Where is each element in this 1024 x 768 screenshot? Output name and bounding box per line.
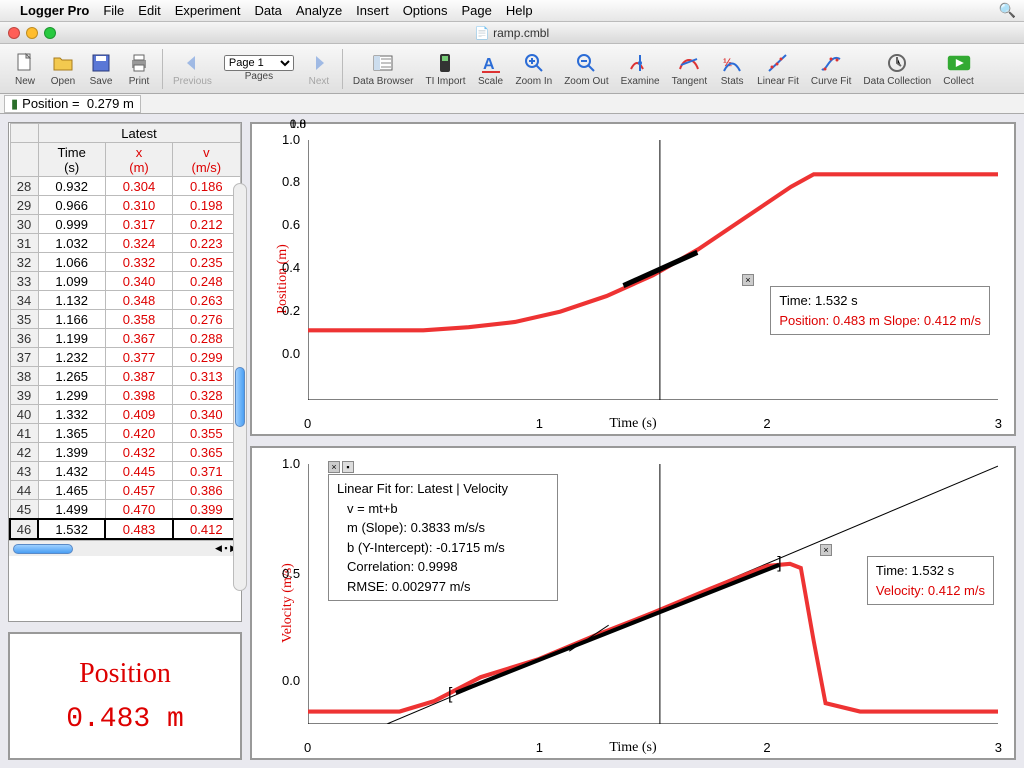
graph2-cursor-time: Time: 1.532 s [876, 561, 985, 581]
pages-label: Pages [245, 71, 273, 82]
workspace: Latest Time(s) x(m) v(m/s) 28 0.932 0.30… [0, 114, 1024, 768]
open-button[interactable]: Open [44, 48, 82, 89]
table-row[interactable]: 31 1.032 0.324 0.223 [10, 234, 240, 253]
page-selector[interactable]: Page 1 Pages [218, 53, 300, 84]
menu-insert[interactable]: Insert [356, 3, 389, 18]
graph-velocity[interactable]: Velocity (m/s) Time (s) [250, 446, 1016, 760]
table-row[interactable]: 36 1.199 0.367 0.288 [10, 329, 240, 348]
save-button[interactable]: Save [82, 48, 120, 89]
col-x[interactable]: x(m) [105, 143, 172, 177]
table-row[interactable]: 38 1.265 0.387 0.313 [10, 367, 240, 386]
previous-page-button[interactable]: Previous [167, 48, 218, 89]
data-table[interactable]: Latest Time(s) x(m) v(m/s) 28 0.932 0.30… [8, 122, 242, 622]
collect-button[interactable]: Collect [937, 48, 980, 89]
sensor-label: Position = [22, 96, 79, 111]
table-h-scrollbar[interactable]: ◀ ▪ ▶ [9, 540, 241, 556]
document-icon: 📄 [475, 26, 490, 40]
zoom-out-button[interactable]: Zoom Out [558, 48, 614, 89]
page-dropdown[interactable]: Page 1 [224, 55, 294, 71]
table-row[interactable]: 45 1.499 0.470 0.399 [10, 500, 240, 520]
menu-page[interactable]: Page [462, 3, 492, 18]
table-row[interactable]: 41 1.365 0.420 0.355 [10, 424, 240, 443]
meter-label: Position [79, 658, 171, 690]
table-row[interactable]: 30 0.999 0.317 0.212 [10, 215, 240, 234]
svg-text:[: [ [448, 685, 453, 703]
ti-import-button[interactable]: TI Import [419, 48, 471, 89]
print-button[interactable]: Print [120, 48, 158, 89]
linear-fit-button[interactable]: Linear Fit [751, 48, 805, 89]
table-row[interactable]: 28 0.932 0.304 0.186 [10, 177, 240, 196]
col-v[interactable]: v(m/s) [173, 143, 240, 177]
table-row[interactable]: 35 1.166 0.358 0.276 [10, 310, 240, 329]
table-row[interactable]: 42 1.399 0.432 0.365 [10, 443, 240, 462]
zoom-in-button[interactable]: Zoom In [510, 48, 559, 89]
table-row[interactable]: 44 1.465 0.457 0.386 [10, 481, 240, 500]
menu-edit[interactable]: Edit [138, 3, 160, 18]
svg-text:]: ] [777, 554, 781, 572]
sensor-readout[interactable]: ▮ Position = 0.279 m [4, 95, 141, 113]
meter-position[interactable]: Position 0.483 m [8, 632, 242, 760]
graph2-fit-close-icon[interactable]: × [328, 461, 340, 473]
graph1-x-axis-label[interactable]: Time (s) [609, 416, 656, 432]
table-row[interactable]: 32 1.066 0.332 0.235 [10, 253, 240, 272]
table-v-scrollbar[interactable] [233, 183, 247, 591]
stats-button[interactable]: ½Stats [713, 48, 751, 89]
graph2-fit-options-icon[interactable]: ▪ [342, 461, 354, 473]
new-button[interactable]: New [6, 48, 44, 89]
col-time[interactable]: Time(s) [38, 143, 105, 177]
graph2-examine-readout[interactable]: Time: 1.532 s Velocity: 0.412 m/s [867, 556, 994, 605]
table-row[interactable]: 43 1.432 0.445 0.371 [10, 462, 240, 481]
graph2-examine-close-icon[interactable]: × [820, 544, 832, 556]
sensor-icon: ▮ [11, 96, 18, 112]
table-row[interactable]: 39 1.299 0.398 0.328 [10, 386, 240, 405]
graph1-examine-readout[interactable]: Time: 1.532 s Position: 0.483 m Slope: 0… [770, 286, 990, 335]
graph2-fit-readout[interactable]: Linear Fit for: Latest | Velocity v = mt… [328, 474, 558, 601]
menu-analyze[interactable]: Analyze [296, 3, 342, 18]
graph2-x-axis-label[interactable]: Time (s) [609, 740, 656, 756]
table-row[interactable]: 34 1.132 0.348 0.263 [10, 291, 240, 310]
spotlight-icon[interactable]: 🔍 [999, 2, 1016, 19]
app-name[interactable]: Logger Pro [20, 3, 89, 18]
table-row[interactable]: 40 1.332 0.409 0.340 [10, 405, 240, 424]
menu-file[interactable]: File [103, 3, 124, 18]
table-row[interactable]: 46 1.532 0.483 0.412 [10, 519, 240, 539]
menubar: Logger Pro File Edit Experiment Data Ana… [0, 0, 1024, 22]
graph2-cursor-value: Velocity: 0.412 m/s [876, 581, 985, 601]
toolbar: New Open Save Print Previous Page 1 Page… [0, 44, 1024, 94]
menu-data[interactable]: Data [254, 3, 281, 18]
graph-position[interactable]: Position (m) Time (s) 1.0 0.8 [250, 122, 1016, 436]
data-browser-button[interactable]: Data Browser [347, 48, 420, 89]
sensor-status-bar: ▮ Position = 0.279 m [0, 94, 1024, 114]
table-row[interactable]: 37 1.232 0.377 0.299 [10, 348, 240, 367]
menu-experiment[interactable]: Experiment [175, 3, 241, 18]
graph1-examine-close-icon[interactable]: × [742, 274, 754, 286]
menu-options[interactable]: Options [403, 3, 448, 18]
next-page-button[interactable]: Next [300, 48, 338, 89]
meter-value: 0.483 m [66, 704, 184, 735]
tangent-button[interactable]: Tangent [666, 48, 714, 89]
examine-button[interactable]: Examine [615, 48, 666, 89]
window-title: ramp.cmbl [493, 26, 549, 40]
window-titlebar: 📄 ramp.cmbl [0, 22, 1024, 44]
scale-button[interactable]: AScale [472, 48, 510, 89]
graph1-cursor-time: Time: 1.532 s [779, 291, 981, 311]
graph1-cursor-values: Position: 0.483 m Slope: 0.412 m/s [779, 311, 981, 331]
data-collection-button[interactable]: Data Collection [857, 48, 937, 89]
menu-help[interactable]: Help [506, 3, 533, 18]
svg-text:A: A [483, 56, 495, 73]
curve-fit-button[interactable]: Curve Fit [805, 48, 858, 89]
table-group-header[interactable]: Latest [38, 124, 240, 143]
table-row[interactable]: 29 0.966 0.310 0.198 [10, 196, 240, 215]
sensor-value: 0.279 m [87, 96, 134, 111]
table-row[interactable]: 33 1.099 0.340 0.248 [10, 272, 240, 291]
